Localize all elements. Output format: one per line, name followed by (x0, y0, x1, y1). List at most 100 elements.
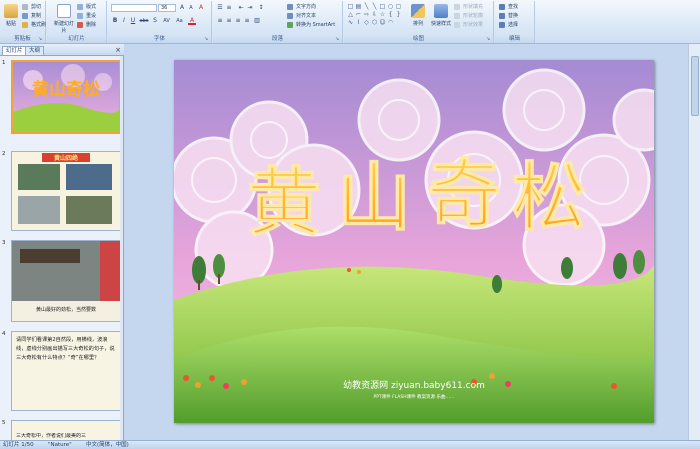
shape-effects-button[interactable]: 形状效果 (454, 21, 483, 29)
numbering-icon[interactable]: ≡ (225, 4, 233, 12)
title-char-4: 松 (512, 155, 586, 241)
strikethrough-button[interactable]: abc (138, 17, 150, 25)
corner-shape-icon[interactable]: ⌐ (355, 11, 362, 18)
align-center-icon[interactable]: ≡ (225, 17, 233, 25)
align-text-button[interactable]: 对齐文本 (287, 12, 316, 20)
slide-thumbnail-1[interactable]: 黄山奇松 (11, 60, 121, 134)
star-shape-icon[interactable]: ☆ (379, 11, 386, 18)
down-arrow-shape-icon[interactable]: ⇩ (371, 11, 378, 18)
arrange-icon (411, 4, 425, 18)
rect2-shape-icon[interactable]: □ (379, 3, 386, 10)
change-case-button[interactable]: Aa (174, 17, 185, 25)
shape-fill-button[interactable]: 形状填充 (454, 3, 483, 11)
font-group-label: 字体 (108, 35, 211, 43)
scrollbar-thumb[interactable] (691, 56, 699, 116)
delete-button[interactable]: 删除 (77, 21, 96, 29)
shadow-button[interactable]: S (151, 17, 159, 25)
clear-format-button[interactable]: A (197, 4, 205, 12)
watermark-subtext: PPT课件 FLASH课件 教案资源 乐曲…… (374, 393, 455, 400)
slides-group-label: 幻灯片 (47, 35, 106, 43)
line-spacing-icon[interactable]: ↕ (257, 4, 265, 12)
columns-icon[interactable]: ▥ (253, 17, 261, 25)
hexagon-shape-icon[interactable]: ⬡ (371, 19, 378, 26)
smiley-shape-icon[interactable]: ☺ (379, 19, 386, 26)
callout-shape-icon[interactable]: ◇ (363, 19, 370, 26)
decrease-indent-icon[interactable]: ⇤ (237, 4, 245, 12)
text-direction-button[interactable]: 文字方向 (287, 3, 316, 11)
select-button[interactable]: 选择 (499, 21, 518, 29)
theme-name: "Nature" (48, 442, 72, 448)
slide-thumbnail-2[interactable]: 黄山四绝 (11, 151, 121, 231)
line-shape-icon[interactable]: ╲ (363, 3, 370, 10)
arc-shape-icon[interactable]: ◠ (387, 19, 394, 26)
rectangle-shape-icon[interactable]: □ (347, 3, 354, 10)
reset-button[interactable]: 重设 (77, 12, 96, 20)
shrink-font-button[interactable]: A (187, 4, 195, 12)
underline-button[interactable]: U (129, 17, 137, 25)
vertical-scrollbar[interactable] (688, 44, 700, 440)
bullets-icon[interactable]: ☰ (216, 4, 224, 12)
font-color-button[interactable]: A (188, 17, 196, 25)
tab-slides[interactable]: 幻灯片 (2, 46, 27, 55)
slide-5-text: 三大奇松中，作者说们最美的三 (16, 433, 87, 439)
arrange-button[interactable]: 排列 (408, 3, 428, 33)
char-spacing-button[interactable]: AV (161, 17, 172, 25)
pane-scrollbar[interactable] (120, 56, 123, 440)
curve-shape-icon[interactable]: ∿ (347, 19, 354, 26)
shape-outline-button[interactable]: 形状轮廓 (454, 12, 483, 20)
replace-button[interactable]: 替换 (499, 12, 518, 20)
slide-counter: 幻灯片 1/50 (3, 442, 34, 448)
paste-button[interactable]: 粘贴 (1, 3, 21, 33)
italic-button[interactable]: I (120, 17, 128, 25)
paragraph-group-label: 段落 (213, 35, 342, 43)
find-button[interactable]: 查找 (499, 3, 518, 11)
drawing-group: □ ▤ ╲ ╲ □ ○ ▢ △ ⌐ ⇨ ⇩ ☆ { } ∿ ⌇ ◇ ⬡ ☺ ◠ … (344, 1, 494, 43)
justify-icon[interactable]: ≡ (243, 17, 251, 25)
tab-outline[interactable]: 大纲 (25, 46, 45, 55)
right-arrow-shape-icon[interactable]: ⇨ (363, 11, 370, 18)
drawing-launcher-icon[interactable]: ↘ (486, 36, 492, 42)
grow-font-button[interactable]: A (178, 4, 186, 12)
status-bar: 幻灯片 1/50 "Nature" 中文(简体，中国) (0, 440, 700, 449)
align-right-icon[interactable]: ≡ (234, 17, 242, 25)
cut-button[interactable]: 剪切 (22, 3, 41, 11)
bold-button[interactable]: B (111, 17, 119, 25)
layout-button[interactable]: 版式 (77, 3, 96, 11)
paragraph-launcher-icon[interactable]: ↘ (335, 36, 341, 42)
paste-icon (4, 4, 18, 18)
triangle-shape-icon[interactable]: △ (347, 11, 354, 18)
font-size-combo[interactable]: 36 (158, 4, 176, 12)
close-icon[interactable]: × (115, 46, 121, 54)
slide-3-caption: 黄山最好的劲松，当然要数 (36, 306, 96, 313)
clipboard-launcher-icon[interactable]: ↘ (38, 36, 44, 42)
brace2-shape-icon[interactable]: } (395, 11, 402, 18)
text-box-shape-icon[interactable]: ▤ (355, 3, 362, 10)
brace-shape-icon[interactable]: { (387, 11, 394, 18)
line2-shape-icon[interactable]: ╲ (371, 3, 378, 10)
new-slide-icon (57, 4, 71, 18)
copy-button[interactable]: 复制 (22, 12, 41, 20)
slide-thumbnail-3[interactable]: 黄山最好的劲松，当然要数 (11, 240, 121, 322)
slide-1-preview: 黄山奇松 (13, 62, 119, 132)
drawing-group-label: 绘图 (344, 35, 493, 43)
new-slide-button[interactable]: 新建幻灯片 (53, 3, 75, 34)
slide-2-preview: 黄山四绝 (12, 152, 120, 230)
slide-number: 3 (2, 240, 6, 246)
font-launcher-icon[interactable]: ↘ (204, 36, 210, 42)
paragraph-group: ☰ ≡ ⇤ ⇥ ↕ ≡ ≡ ≡ ≡ ▥ 文字方向 对齐文本 转换为 SmartA… (213, 1, 343, 43)
slide-thumbnail-4[interactable]: 请同学们看课第2自然段，用横线，波浪线，虚线分别画出描写三大奇松的句子，说三大奇… (11, 331, 121, 411)
editing-group-label: 编辑 (495, 35, 534, 43)
oval-shape-icon[interactable]: ○ (387, 3, 394, 10)
format-painter-button[interactable]: 格式刷 (22, 21, 46, 29)
convert-smartart-button[interactable]: 转换为 SmartArt (287, 21, 335, 29)
current-slide[interactable]: 黄 山 奇 松 幼教资源网 ziyuan.baby611.com PPT课件 F… (174, 60, 654, 423)
slide-thumbnail-5[interactable]: 三大奇松中，作者说们最美的三 (11, 420, 121, 442)
slide-number: 4 (2, 331, 6, 337)
quick-styles-button[interactable]: 快速样式 (430, 3, 452, 33)
slide-4-text: 请同学们看课第2自然段，用横线，波浪线，虚线分别画出描写三大奇松的句子，说三大奇… (16, 337, 115, 361)
rounded-rect-shape-icon[interactable]: ▢ (395, 3, 402, 10)
font-name-combo[interactable] (111, 4, 157, 12)
freeform-shape-icon[interactable]: ⌇ (355, 19, 362, 26)
align-left-icon[interactable]: ≡ (216, 17, 224, 25)
increase-indent-icon[interactable]: ⇥ (246, 4, 254, 12)
